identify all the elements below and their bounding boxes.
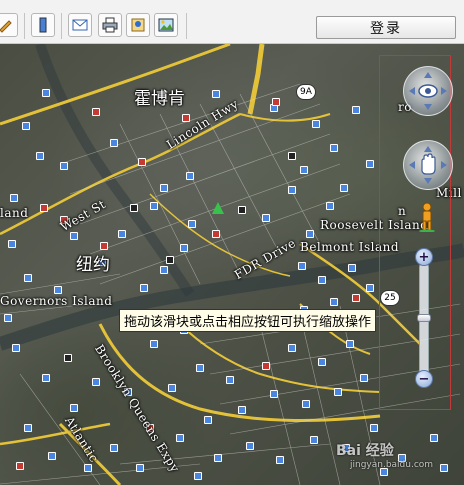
eye-icon: [409, 72, 447, 110]
park-icon: [212, 202, 224, 214]
login-button[interactable]: 登录: [316, 16, 456, 39]
zoom-in-button[interactable]: +: [415, 248, 433, 266]
google-earth-window: 登录 霍博肯 Lincoln Hwy West St FDR Drive Roo…: [0, 0, 464, 485]
placemark-icon[interactable]: [126, 13, 150, 37]
baidu-watermark-url: jingyan.baidu.com: [350, 460, 434, 470]
mail-icon[interactable]: [68, 13, 92, 37]
zoom-out-button[interactable]: −: [415, 370, 433, 388]
hand-icon: [409, 146, 447, 184]
image-icon[interactable]: [154, 13, 178, 37]
panel-icon[interactable]: [31, 13, 55, 37]
print-icon[interactable]: [98, 13, 122, 37]
map-label-land: land: [0, 206, 29, 220]
map-label-new-york: 纽约: [76, 255, 110, 275]
toolbar: 登录: [0, 0, 464, 44]
zoom-tooltip: 拖动该滑块或点击相应按钮可执行缩放操作: [119, 309, 377, 332]
look-navigator[interactable]: [403, 66, 453, 116]
baidu-watermark: Bai 经验: [336, 443, 394, 459]
route-shield-9a: 9A: [296, 84, 316, 100]
toolbar-separator: [61, 13, 62, 39]
toolbar-separator: [24, 13, 25, 39]
pencil-icon[interactable]: [0, 13, 18, 37]
map-label-hoboken: 霍博肯: [134, 89, 185, 109]
map-label-governors-island: Governors Island: [0, 294, 113, 308]
pegman-icon[interactable]: [418, 202, 436, 232]
zoom-slider-handle[interactable]: [417, 314, 431, 322]
toolbar-separator: [186, 13, 187, 39]
move-navigator[interactable]: [403, 140, 453, 190]
